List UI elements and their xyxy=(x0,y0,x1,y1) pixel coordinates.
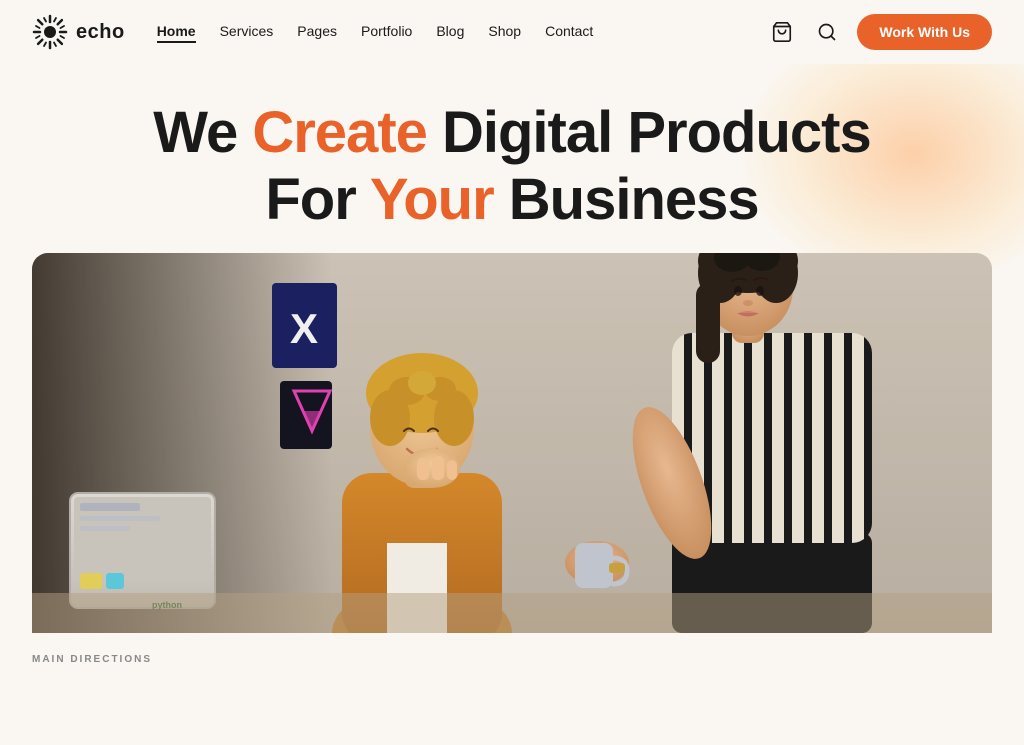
nav-link-contact[interactable]: Contact xyxy=(545,23,593,39)
cart-button[interactable] xyxy=(767,17,797,47)
search-icon xyxy=(817,22,837,42)
nav-links: Home Services Pages Portfolio Blog Shop … xyxy=(157,23,594,41)
cart-icon xyxy=(771,21,793,43)
logo-icon xyxy=(32,14,68,50)
hero-heading-line2: For Your Business xyxy=(265,167,758,232)
cta-button[interactable]: Work With Us xyxy=(857,14,992,50)
navbar-left: echo Home Services Pages Portfolio Blog … xyxy=(32,14,593,50)
navbar-right: Work With Us xyxy=(767,14,992,50)
nav-link-home[interactable]: Home xyxy=(157,23,196,43)
hero-text-digital: Digital Products xyxy=(427,100,871,165)
hero-text-business: Business xyxy=(494,167,759,232)
hero-image: X python xyxy=(32,253,992,633)
nav-item-services[interactable]: Services xyxy=(220,23,274,41)
search-button[interactable] xyxy=(813,18,841,46)
hero-section: We Create Digital Products For Your Busi… xyxy=(0,64,1024,633)
nav-link-pages[interactable]: Pages xyxy=(297,23,337,39)
hero-text-we: We xyxy=(153,100,252,165)
navbar: echo Home Services Pages Portfolio Blog … xyxy=(0,0,1024,64)
nav-item-contact[interactable]: Contact xyxy=(545,23,593,41)
nav-link-shop[interactable]: Shop xyxy=(488,23,521,39)
nav-link-services[interactable]: Services xyxy=(220,23,274,39)
hero-text-for: For xyxy=(265,167,370,232)
nav-item-pages[interactable]: Pages xyxy=(297,23,337,41)
hero-highlight-your: Your xyxy=(370,167,494,232)
nav-item-blog[interactable]: Blog xyxy=(436,23,464,41)
hero-photo-svg: X python xyxy=(32,253,992,633)
nav-link-portfolio[interactable]: Portfolio xyxy=(361,23,412,39)
logo-text: echo xyxy=(76,21,125,44)
nav-item-home[interactable]: Home xyxy=(157,23,196,41)
hero-heading: We Create Digital Products For Your Busi… xyxy=(32,100,992,233)
nav-item-portfolio[interactable]: Portfolio xyxy=(361,23,412,41)
nav-item-shop[interactable]: Shop xyxy=(488,23,521,41)
svg-text:X: X xyxy=(290,305,318,352)
hero-highlight-create: Create xyxy=(252,100,427,165)
main-directions: MAIN DIRECTIONS xyxy=(0,633,1024,667)
logo[interactable]: echo xyxy=(32,14,125,50)
nav-link-blog[interactable]: Blog xyxy=(436,23,464,39)
hero-heading-line1: We Create Digital Products xyxy=(153,100,870,165)
main-directions-label: MAIN DIRECTIONS xyxy=(32,654,152,665)
